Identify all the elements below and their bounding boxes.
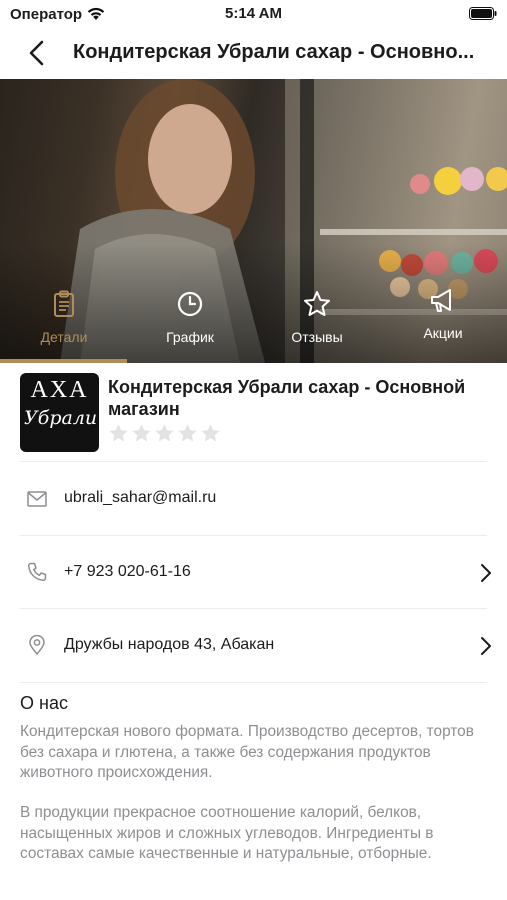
tab-promotions[interactable]: Акции bbox=[388, 285, 498, 355]
megaphone-icon bbox=[431, 289, 451, 312]
clipboard-icon bbox=[54, 290, 74, 317]
tab-details[interactable]: Детали bbox=[9, 289, 119, 359]
chevron-right-icon bbox=[481, 637, 491, 655]
tab-label: Акции bbox=[423, 325, 463, 341]
about-paragraph: В продукции прекрасное соотношение калор… bbox=[20, 804, 434, 862]
back-button[interactable] bbox=[24, 38, 52, 68]
star-icon bbox=[155, 424, 174, 442]
tab-label: Детали bbox=[40, 329, 88, 345]
star-icon bbox=[109, 424, 128, 442]
address-row[interactable]: Дружбы народов 43, Абакан bbox=[0, 611, 507, 681]
chevron-right-icon bbox=[481, 564, 491, 582]
divider bbox=[20, 535, 487, 536]
logo-text: АХА bbox=[30, 377, 89, 403]
about-heading: О нас bbox=[20, 693, 68, 713]
clock-icon bbox=[177, 291, 203, 317]
star-icon bbox=[132, 424, 151, 442]
phone-text: +7 923 020-61-16 bbox=[64, 563, 191, 580]
star-icon bbox=[201, 424, 220, 442]
phone-icon bbox=[27, 562, 47, 582]
divider bbox=[20, 682, 487, 683]
status-bar: Оператор 5:14 AM bbox=[0, 0, 507, 28]
rating-stars bbox=[108, 423, 221, 445]
store-name: Кондитерская Убрали сахар - Основной маг… bbox=[108, 377, 466, 419]
email-text: ubrali_sahar@mail.ru bbox=[64, 489, 217, 506]
email-row[interactable]: ubrali_sahar@mail.ru bbox=[0, 464, 507, 534]
about-paragraph: Кондитерская нового формата. Производств… bbox=[20, 723, 474, 781]
page-title: Кондитерская Убрали сахар - Основно... bbox=[73, 41, 475, 63]
tab-schedule[interactable]: График bbox=[135, 289, 245, 359]
address-text: Дружбы народов 43, Абакан bbox=[64, 636, 275, 653]
store-logo: АХА Убрали bbox=[20, 373, 99, 452]
status-time: 5:14 AM bbox=[225, 5, 282, 22]
star-outline-icon bbox=[304, 291, 330, 316]
battery-icon bbox=[469, 7, 497, 20]
tab-reviews[interactable]: Отзывы bbox=[262, 289, 372, 359]
envelope-icon bbox=[27, 491, 47, 507]
hero-image: Детали График Отзывы Акции bbox=[0, 79, 507, 363]
active-tab-indicator bbox=[0, 359, 127, 363]
logo-script-text: Убрали bbox=[24, 407, 98, 429]
divider bbox=[20, 461, 487, 462]
nav-bar: Кондитерская Убрали сахар - Основно... bbox=[0, 28, 507, 78]
phone-row[interactable]: +7 923 020-61-16 bbox=[0, 538, 507, 608]
star-icon bbox=[178, 424, 197, 442]
tab-label: График bbox=[166, 329, 214, 345]
location-pin-icon bbox=[29, 634, 45, 655]
tab-label: Отзывы bbox=[291, 329, 343, 345]
divider bbox=[20, 608, 487, 609]
